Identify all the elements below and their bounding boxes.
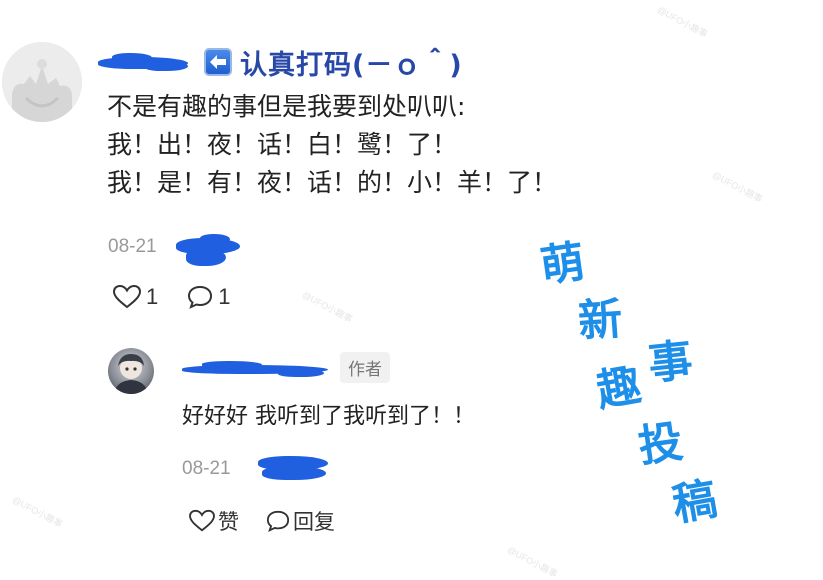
submission-stamp-char: 稿 (667, 472, 722, 533)
submission-stamp-char: 趣 (591, 358, 646, 419)
comment-line: 我！出！夜！话！白！鹭！了！ (107, 130, 458, 159)
watermark: @UFO小趣事 (10, 494, 65, 530)
author-badge: 作者 (340, 352, 390, 383)
watermark: @UFO小趣事 (300, 289, 355, 325)
avatar[interactable] (2, 42, 82, 122)
submission-stamp-char: 新 (575, 292, 625, 349)
redacted-location (258, 452, 330, 484)
submission-stamp-char: 投 (634, 415, 688, 475)
comment-button[interactable]: 1 (186, 284, 231, 310)
reply-actions: 赞 回复 (188, 506, 335, 536)
redacted-username (98, 53, 190, 71)
reply-label: 回复 (293, 511, 335, 534)
reply-header: 作者 (182, 352, 390, 383)
redacted-location (176, 232, 242, 272)
comment-header: 认真打码(－ｏ＾) (98, 40, 463, 84)
heart-icon (189, 509, 215, 532)
like-button[interactable]: 赞 (188, 506, 239, 536)
back-arrow-icon (204, 48, 232, 76)
comment-count: 1 (218, 284, 231, 309)
comment-bubble-icon (188, 285, 213, 309)
reply-meta: 08-21 (182, 458, 231, 480)
watermark: @UFO小趣事 (655, 4, 710, 40)
submission-stamp-char: 事 (644, 333, 696, 391)
watermark: @UFO小趣事 (710, 169, 765, 205)
like-button[interactable]: 1 (112, 284, 158, 310)
heart-icon (112, 284, 142, 309)
comment-actions: 1 1 (112, 284, 231, 310)
reply-button[interactable]: 回复 (265, 506, 335, 536)
comment-line: 不是有趣的事但是我要到处叭叭: (107, 92, 466, 121)
avatar-image (114, 354, 148, 394)
comment-body: 不是有趣的事但是我要到处叭叭: 我！出！夜！话！白！鹭！了！ 我！是！有！夜！话… (107, 88, 557, 202)
watermark: @UFO小趣事 (505, 544, 560, 580)
comment-date: 08-21 (108, 236, 157, 257)
nickname[interactable]: 认真打码(－ｏ＾) (240, 43, 463, 82)
like-label: 赞 (218, 511, 239, 534)
comment-meta: 08-21 (108, 236, 157, 258)
comment-bubble-icon (266, 510, 290, 532)
reply-date: 08-21 (182, 458, 231, 479)
like-count: 1 (146, 284, 159, 309)
avatar-image (2, 42, 82, 122)
redacted-username (182, 355, 328, 381)
reply-body: 好好好 我听到了我听到了！！ (182, 404, 475, 429)
avatar[interactable] (108, 348, 154, 394)
comment-line: 我！是！有！夜！话！的！小！羊！了！ (107, 168, 558, 197)
